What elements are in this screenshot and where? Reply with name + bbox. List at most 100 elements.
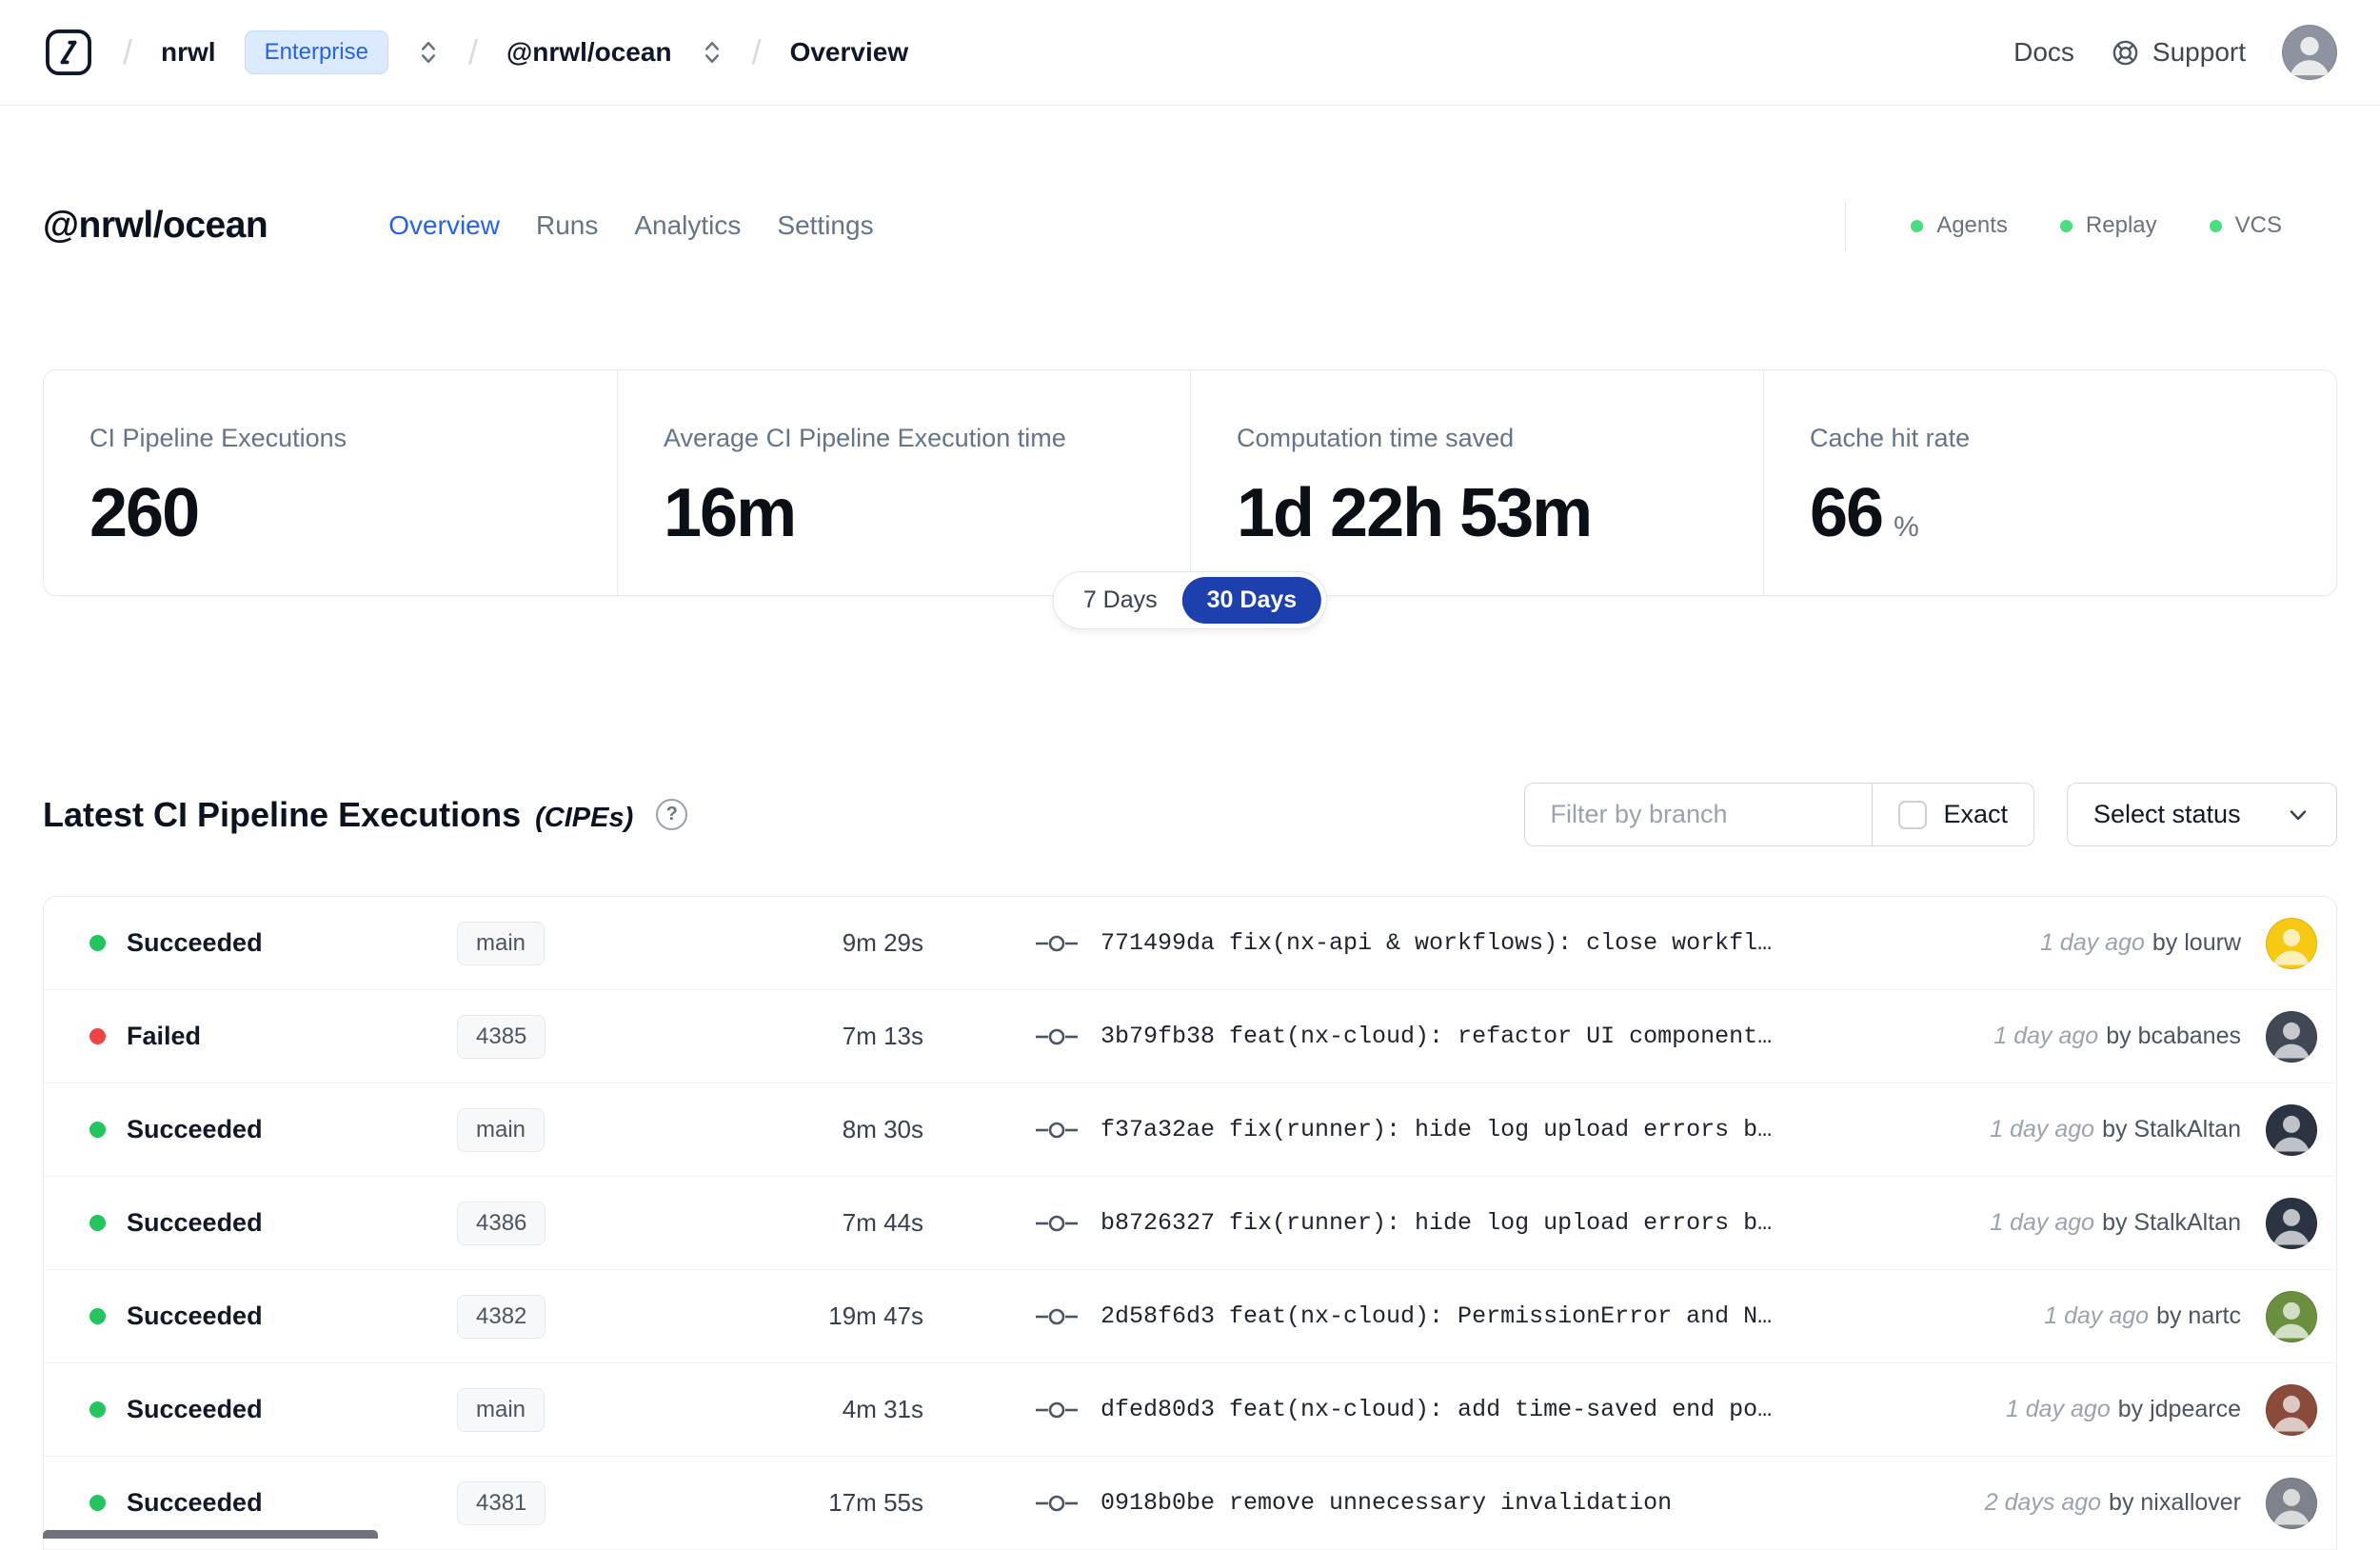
avatar[interactable] xyxy=(2266,1197,2317,1249)
avatar[interactable] xyxy=(2266,1103,2317,1156)
workspace-tabs: Overview Runs Analytics Settings xyxy=(387,207,875,245)
top-navbar: / nrwl Enterprise / @nrwl/ocean / Overvi… xyxy=(0,0,2380,106)
table-row[interactable]: Succeeded main 4m 31s dfed80d3 feat(nx-c… xyxy=(44,1363,2336,1457)
breadcrumb-separator: / xyxy=(467,32,478,71)
branch-badge: main xyxy=(457,1387,545,1432)
branch-badge: 4386 xyxy=(457,1201,546,1245)
timestamp-author: 1 day ago by StalkAltan xyxy=(1990,1116,2241,1143)
workspace-switcher-chevron-icon[interactable] xyxy=(701,38,724,67)
green-dot-icon xyxy=(2059,219,2073,232)
commit-message: 3b79fb38 feat(nx-cloud): refactor UI com… xyxy=(1101,1023,1773,1050)
breadcrumb-separator: / xyxy=(123,32,133,71)
timestamp-author: 1 day ago by bcabanes xyxy=(1993,1023,2241,1050)
avatar[interactable] xyxy=(2266,917,2317,969)
duration: 7m 13s xyxy=(842,1022,923,1050)
workspace-header: @nrwl/ocean Overview Runs Analytics Sett… xyxy=(43,201,2337,250)
table-row[interactable]: Failed 4385 7m 13s 3b79fb38 feat(nx-clou… xyxy=(44,990,2336,1083)
avatar[interactable] xyxy=(2266,1010,2317,1063)
breadcrumb: / nrwl Enterprise / @nrwl/ocean / Overvi… xyxy=(43,27,908,78)
git-commit-icon xyxy=(1036,1398,1078,1422)
stats-section: CI Pipeline Executions 260 Average CI Pi… xyxy=(43,369,2337,629)
partial-element xyxy=(43,1530,378,1539)
duration: 8m 30s xyxy=(842,1115,923,1143)
help-icon[interactable]: ? xyxy=(656,799,688,830)
cipe-table: Succeeded main 9m 29s 771499da fix(nx-ap… xyxy=(43,896,2337,1550)
stat-label: Computation time saved xyxy=(1237,424,1515,452)
avatar[interactable] xyxy=(2266,1290,2317,1342)
enterprise-badge[interactable]: Enterprise xyxy=(244,30,388,74)
current-page-breadcrumb: Overview xyxy=(789,37,909,67)
commit-message: 771499da fix(nx-api & workflows): close … xyxy=(1101,929,1773,957)
docs-link[interactable]: Docs xyxy=(2013,37,2074,68)
table-row[interactable]: Succeeded 4382 19m 47s 2d58f6d3 feat(nx-… xyxy=(44,1270,2336,1363)
timestamp: 1 day ago xyxy=(1990,1116,2095,1143)
author: by nixallover xyxy=(2109,1489,2241,1516)
user-avatar[interactable] xyxy=(2282,25,2337,80)
table-row[interactable]: Succeeded main 8m 30s f37a32ae fix(runne… xyxy=(44,1083,2336,1177)
indicator-agents[interactable]: Agents xyxy=(1911,212,2008,239)
status-dot xyxy=(89,1028,106,1044)
author: by bcabanes xyxy=(2106,1023,2241,1049)
status-dot xyxy=(89,1215,106,1231)
status-dot xyxy=(89,1495,106,1511)
stat-label: Cache hit rate xyxy=(1810,424,1971,452)
git-commit-icon xyxy=(1036,1211,1078,1236)
author: by StalkAltan xyxy=(2102,1209,2241,1236)
branch-badge: 4385 xyxy=(457,1014,546,1059)
git-commit-icon xyxy=(1036,1024,1078,1049)
table-row[interactable]: Succeeded main 9m 29s 771499da fix(nx-ap… xyxy=(44,897,2336,990)
branch-badge: main xyxy=(457,921,545,965)
status-dot xyxy=(89,935,106,951)
tab-overview[interactable]: Overview xyxy=(387,207,502,245)
duration: 17m 55s xyxy=(828,1488,923,1517)
duration: 4m 31s xyxy=(842,1395,923,1423)
timestamp: 1 day ago xyxy=(2005,1396,2111,1422)
tab-analytics[interactable]: Analytics xyxy=(632,207,743,245)
duration: 7m 44s xyxy=(842,1208,923,1237)
git-commit-icon xyxy=(1036,1491,1078,1516)
indicator-replay[interactable]: Replay xyxy=(2059,212,2157,239)
support-link[interactable]: Support xyxy=(2111,37,2246,68)
stat-label: Average CI Pipeline Execution time xyxy=(664,424,1066,452)
stat-value: 1d 22h 53m xyxy=(1237,475,1593,551)
status-dot xyxy=(89,1122,106,1138)
timestamp-author: 1 day ago by jdpearce xyxy=(2006,1396,2241,1423)
org-switcher-chevron-icon[interactable] xyxy=(417,38,440,67)
org-breadcrumb[interactable]: nrwl xyxy=(161,37,216,68)
timestamp: 1 day ago xyxy=(2044,1302,2150,1329)
commit-message: 0918b0be remove unnecessary invalidation xyxy=(1101,1489,1673,1517)
status-label: Succeeded xyxy=(127,1115,263,1143)
timestamp: 1 day ago xyxy=(1990,1209,2095,1236)
author: by lourw xyxy=(2152,929,2241,956)
timestamp: 1 day ago xyxy=(1993,1023,2099,1049)
author: by StalkAltan xyxy=(2102,1116,2241,1143)
toggle-30-days[interactable]: 30 Days xyxy=(1181,577,1322,624)
branch-badge: main xyxy=(457,1107,545,1152)
timestamp-author: 1 day ago by nartc xyxy=(2044,1302,2241,1330)
breadcrumb-separator: / xyxy=(751,32,762,71)
branch-filter-input[interactable] xyxy=(1524,783,1874,846)
stat-card-group: CI Pipeline Executions 260 Average CI Pi… xyxy=(43,369,2337,596)
workspace-breadcrumb[interactable]: @nrwl/ocean xyxy=(506,37,672,68)
exact-checkbox[interactable] xyxy=(1898,800,1928,829)
toggle-7-days[interactable]: 7 Days xyxy=(1059,577,1182,624)
exact-match-toggle[interactable]: Exact xyxy=(1872,783,2034,846)
avatar[interactable] xyxy=(2266,1477,2317,1529)
timestamp-author: 1 day ago by StalkAltan xyxy=(1990,1209,2241,1237)
time-range-toggle: 7 Days 30 Days xyxy=(1052,571,1328,629)
table-row[interactable]: Succeeded 4386 7m 44s b8726327 fix(runne… xyxy=(44,1177,2336,1270)
author: by jdpearce xyxy=(2117,1396,2241,1422)
tab-runs[interactable]: Runs xyxy=(534,207,600,245)
stat-card-ci-pipeline-executions: CI Pipeline Executions 260 xyxy=(44,370,617,595)
timestamp-author: 1 day ago by lourw xyxy=(2040,929,2241,957)
select-status-dropdown[interactable]: Select status xyxy=(2067,783,2337,846)
table-row[interactable]: Succeeded 4381 17m 55s 0918b0be remove u… xyxy=(44,1457,2336,1550)
git-commit-icon xyxy=(1036,931,1078,956)
tab-settings[interactable]: Settings xyxy=(775,207,875,245)
indicator-vcs[interactable]: VCS xyxy=(2209,212,2282,239)
page-title: @nrwl/ocean xyxy=(43,205,268,246)
status-label: Succeeded xyxy=(127,1488,263,1517)
avatar[interactable] xyxy=(2266,1383,2317,1436)
nx-cloud-logo-icon[interactable] xyxy=(43,27,94,78)
cipe-section-header: Latest CI Pipeline Executions (CIPEs) ? … xyxy=(43,783,2337,846)
